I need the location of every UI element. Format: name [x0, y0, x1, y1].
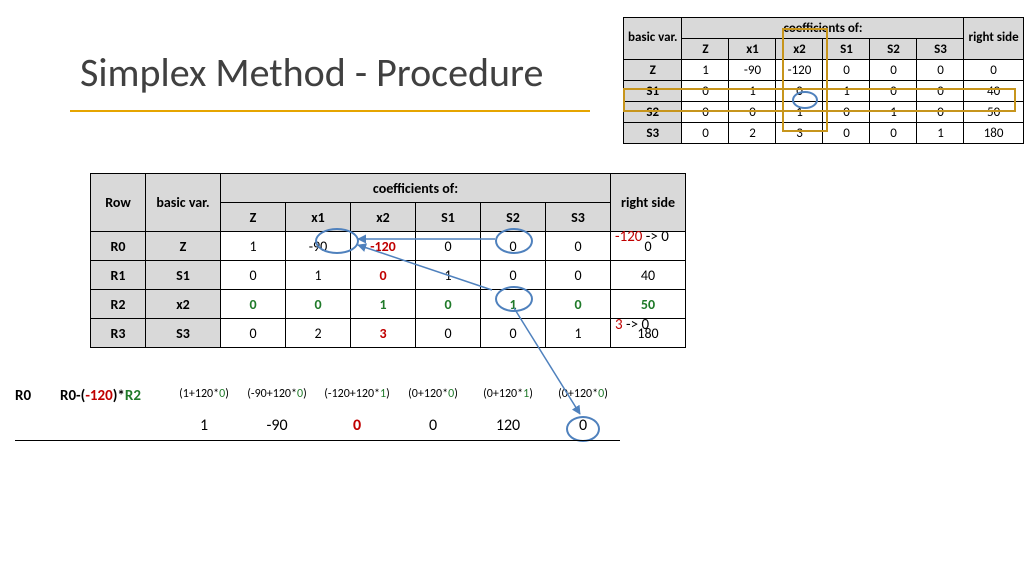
working-tableau: Row basic var. coefficients of: right si…: [90, 173, 686, 348]
small-row-s3: S3 0 2 3 0 0 1 180: [624, 123, 1024, 144]
calc-result-row: 1 -90 0 0 120 0: [170, 416, 618, 435]
main-row-r3: R3 S3 0 2 3 0 0 1 180: [91, 319, 686, 348]
calc-term-row: (1+120*0) (-90+120*0) (-120+120*1) (0+12…: [170, 387, 618, 401]
small-coeff-header: coefficients of:: [682, 18, 964, 39]
main-row-r1: R1 S1 0 1 0 1 0 0 40: [91, 261, 686, 290]
small-rhs-header: right side: [964, 18, 1023, 60]
main-row-r0: R0 Z 1 -90 -120 0 0 0 0: [91, 232, 686, 261]
small-bv-header: basic var.: [624, 18, 682, 60]
small-row-s2: S2 0 0 1 0 1 0 50: [624, 102, 1024, 123]
main-coeff-header: coefficients of:: [221, 174, 611, 203]
small-col-headers: Z x1 x2 S1 S2 S3: [624, 39, 1024, 60]
calc-underline: [15, 440, 620, 441]
main-row-header: Row: [91, 174, 146, 232]
small-row-s1: S1 0 1 0 1 0 0 40: [624, 81, 1024, 102]
annotation-r0: -120 -> 0: [615, 228, 669, 246]
annotation-r3: 3 -> 0: [615, 316, 649, 334]
main-row-r2: R2 x2 0 0 1 0 1 0 50: [91, 290, 686, 319]
calc-row-label: R0: [15, 387, 31, 405]
small-row-z: Z 1 -90 -120 0 0 0 0: [624, 60, 1024, 81]
title-underline: [70, 110, 590, 112]
calc-row-expression: R0-(-120)*R2: [60, 387, 141, 405]
initial-tableau: basic var. coefficients of: right side Z…: [623, 17, 1024, 144]
main-rhs-header: right side: [611, 174, 686, 232]
page-title: Simplex Method - Procedure: [80, 48, 543, 97]
main-bv-header: basic var.: [146, 174, 221, 232]
